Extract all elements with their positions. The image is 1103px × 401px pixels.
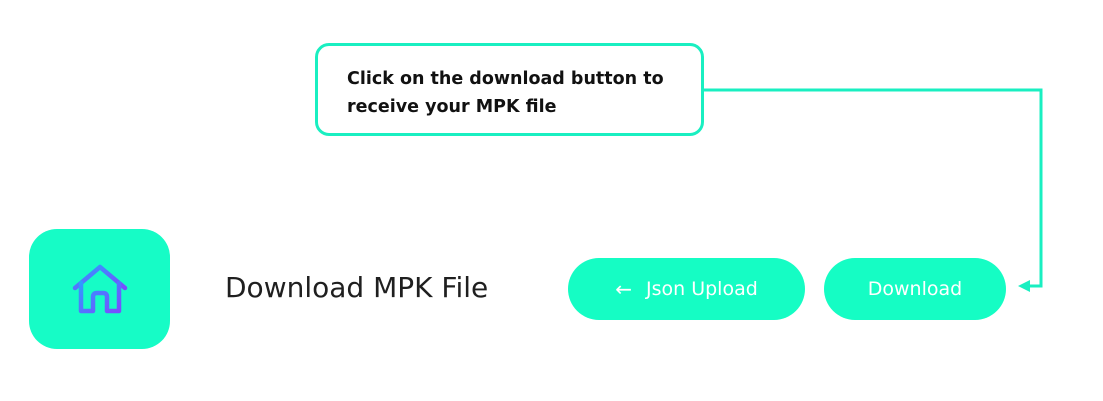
download-button[interactable]: Download xyxy=(824,258,1006,320)
instruction-callout: Click on the download button to receive … xyxy=(315,43,704,136)
home-icon xyxy=(72,264,127,314)
page-title: Download MPK File xyxy=(225,271,489,304)
json-upload-button[interactable]: ← Json Upload xyxy=(568,258,805,320)
arrow-left-icon: ← xyxy=(615,277,632,301)
home-button[interactable] xyxy=(29,229,170,349)
download-label: Download xyxy=(867,278,963,300)
download-page: Click on the download button to receive … xyxy=(0,0,1103,401)
callout-text: Click on the download button to receive … xyxy=(347,69,664,117)
json-upload-label: Json Upload xyxy=(645,278,758,300)
